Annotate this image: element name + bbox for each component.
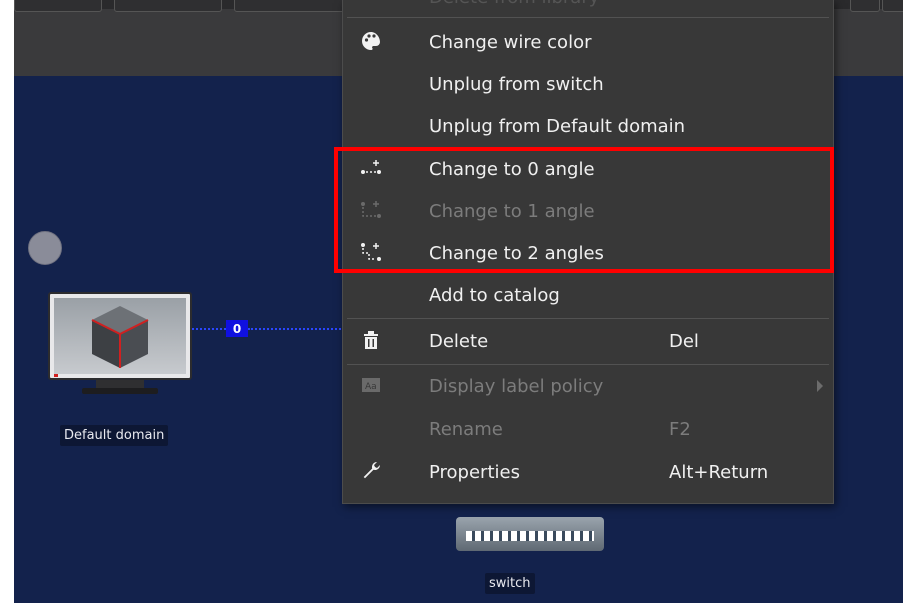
- menu-item-label: Rename: [429, 419, 503, 440]
- menu-item-change-2-angles[interactable]: Change to 2 angles: [343, 233, 833, 275]
- menu-item-change-1-angle[interactable]: Change to 1 angle: [343, 191, 833, 233]
- domain-label: Default domain: [60, 425, 169, 446]
- cube-icon: [54, 306, 149, 377]
- menu-item-label: Delete: [429, 331, 489, 352]
- menu-item-label: Unplug from Default domain: [429, 116, 686, 137]
- default-domain-node[interactable]: [48, 292, 194, 404]
- palette-icon: [359, 30, 383, 54]
- wrench-icon: [359, 460, 383, 484]
- menu-item-label: Properties: [429, 462, 520, 483]
- menu-item-label: Change to 0 angle: [429, 159, 595, 180]
- toolbar-button[interactable]: [850, 0, 880, 12]
- switch-label: switch: [485, 573, 535, 594]
- menu-item-shortcut: F2: [669, 419, 691, 440]
- menu-item-unplug-switch[interactable]: Unplug from switch: [343, 64, 833, 106]
- menu-item-label: Unplug from switch: [429, 74, 604, 95]
- toolbar-button[interactable]: [114, 0, 222, 12]
- trash-icon: [359, 329, 383, 353]
- one-angle-icon: [359, 199, 383, 223]
- toolbar-button[interactable]: [14, 0, 102, 12]
- svg-text:Aa: Aa: [365, 382, 377, 392]
- toolbar-button[interactable]: [234, 0, 346, 12]
- round-node[interactable]: [28, 231, 62, 265]
- label-icon: Aa: [359, 374, 383, 398]
- menu-item-rename[interactable]: Rename F2: [343, 409, 833, 451]
- menu-item-change-0-angle[interactable]: Change to 0 angle: [343, 149, 833, 191]
- menu-item-properties[interactable]: Properties Alt+Return: [343, 452, 833, 494]
- context-menu: Delete from library Change wire color Un…: [342, 0, 834, 504]
- menu-separator: [347, 364, 829, 365]
- menu-item-label: Change to 2 angles: [429, 243, 604, 264]
- menu-separator: [347, 318, 829, 319]
- menu-item-display-label-policy[interactable]: Aa Display label policy: [343, 366, 833, 408]
- zero-angle-icon: [359, 157, 383, 181]
- menu-item-shortcut: Alt+Return: [669, 462, 769, 483]
- menu-item-delete[interactable]: Delete Del: [343, 321, 833, 363]
- switch-node[interactable]: [442, 505, 618, 565]
- two-angles-icon: [359, 241, 383, 265]
- menu-item-partial: Delete from library: [429, 0, 599, 8]
- menu-item-label: Change to 1 angle: [429, 201, 595, 222]
- menu-separator: [347, 17, 829, 18]
- wire-port-badge: 0: [226, 320, 248, 337]
- menu-item-label: Change wire color: [429, 32, 592, 53]
- menu-item-shortcut: Del: [669, 331, 699, 352]
- monitor-icon: [48, 292, 192, 380]
- wire-segment[interactable]: [248, 328, 356, 330]
- menu-item-label: Add to catalog: [429, 285, 560, 306]
- menu-item-change-wire-color[interactable]: Change wire color: [343, 22, 833, 64]
- wire-segment[interactable]: [192, 328, 226, 330]
- chevron-right-icon: [817, 380, 823, 392]
- toolbar-button[interactable]: [882, 0, 903, 12]
- menu-item-unplug-domain[interactable]: Unplug from Default domain: [343, 106, 833, 148]
- menu-item-label: Display label policy: [429, 376, 604, 397]
- menu-item-add-to-catalog[interactable]: Add to catalog: [343, 275, 833, 317]
